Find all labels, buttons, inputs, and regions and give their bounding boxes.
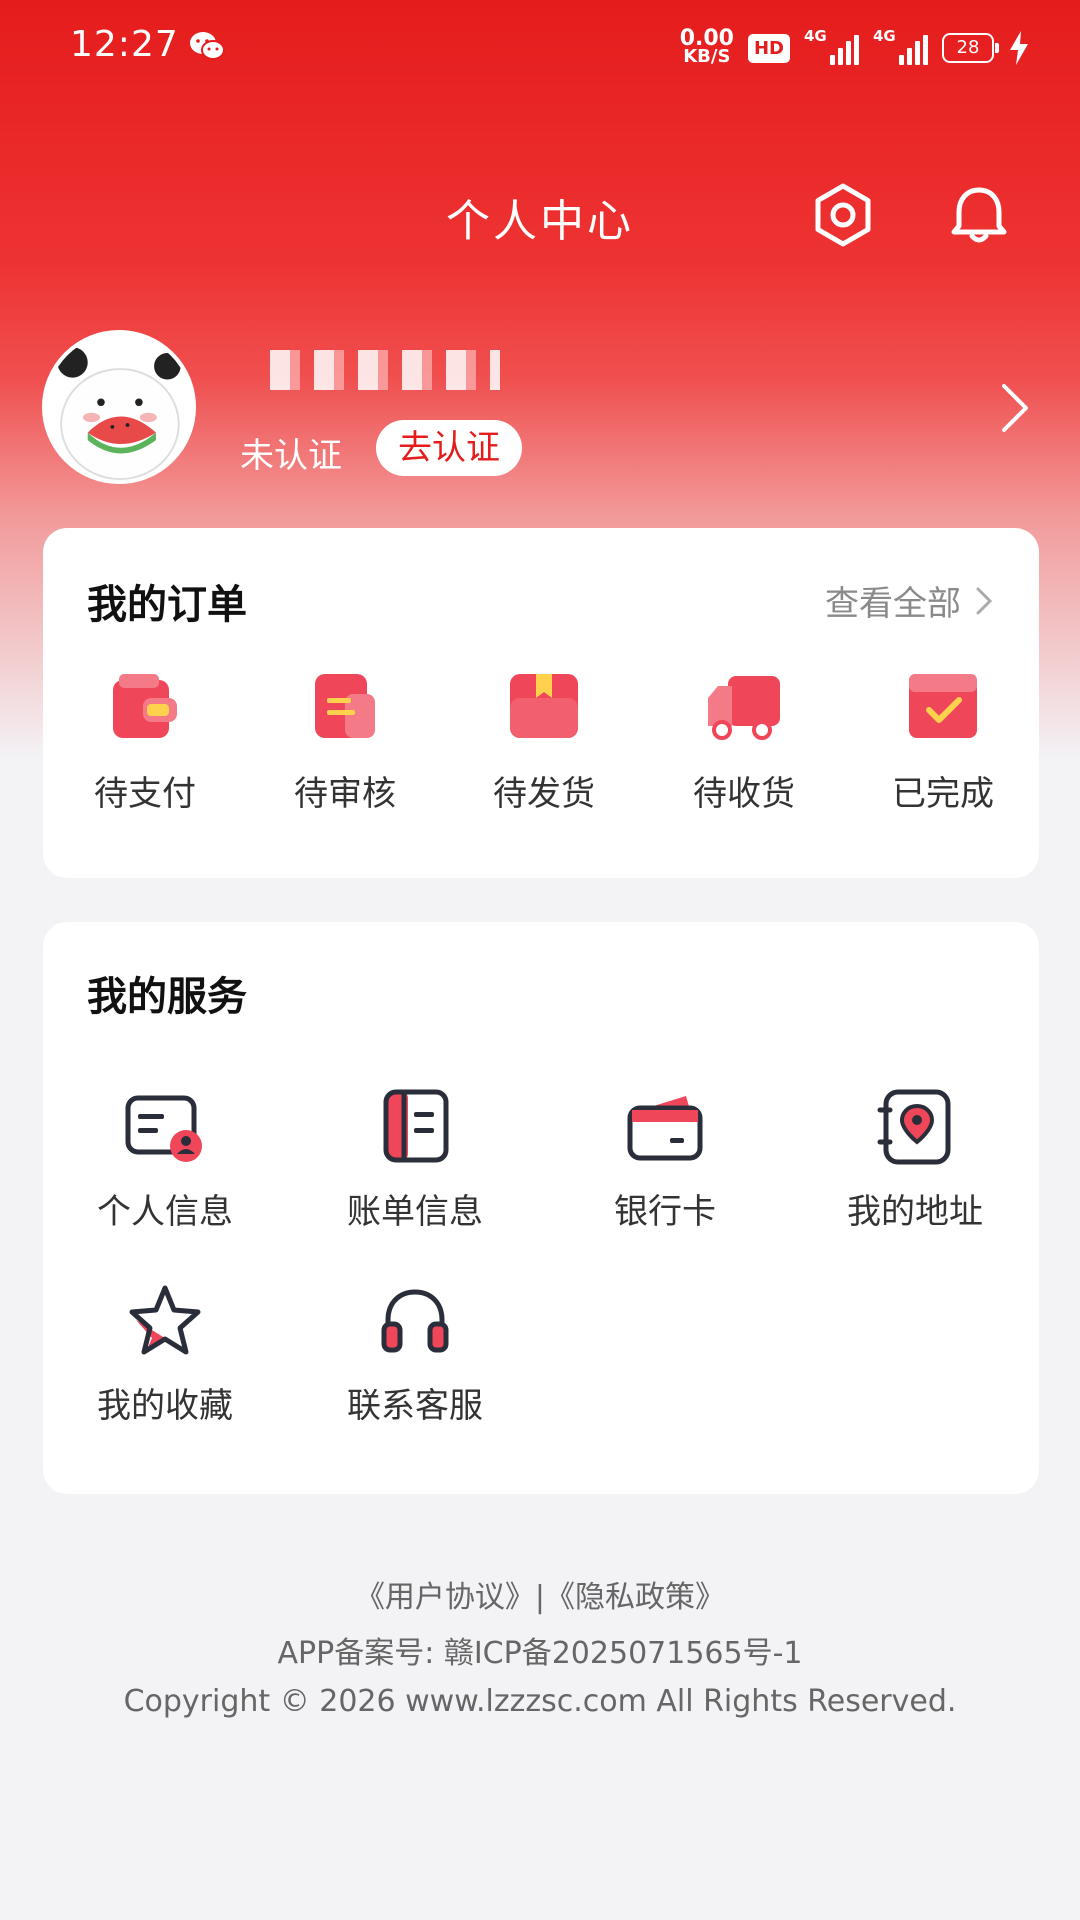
bill-book-icon (383, 1089, 449, 1163)
address-book-icon (877, 1089, 951, 1165)
order-pending-review[interactable]: 待审核 (275, 668, 415, 815)
services-card: 我的服务 个人信息 账单信息 银行卡 我的地址 我的收藏 联系客服 (43, 922, 1039, 1494)
view-all-orders-link[interactable]: 查看全部 (825, 576, 993, 625)
wechat-icon (190, 32, 225, 60)
wallet-icon (113, 674, 177, 738)
view-all-label: 查看全部 (825, 584, 961, 624)
signal-icon: 4G (804, 27, 859, 65)
hd-badge: HD (747, 33, 790, 63)
id-card-icon (125, 1095, 202, 1162)
panda-avatar-icon (46, 334, 192, 480)
box-icon (510, 674, 578, 738)
footer-icp: APP备案号: 赣ICP备2025071565号-1 (277, 1636, 803, 1671)
username-redacted (270, 350, 500, 390)
verification-status: 未认证 (240, 436, 342, 476)
service-personal-info[interactable]: 个人信息 (65, 1086, 265, 1233)
services-title: 我的服务 (87, 974, 247, 1020)
document-icon (315, 674, 375, 738)
service-bank-card[interactable]: 银行卡 (565, 1086, 765, 1233)
settings-gear-icon[interactable] (808, 180, 878, 250)
bank-card-icon (627, 1096, 703, 1161)
chevron-right-icon[interactable] (998, 382, 1030, 434)
service-my-address[interactable]: 我的地址 (815, 1086, 1015, 1233)
orders-card: 我的订单 查看全部 待支付 待审核 待发货 待收货 已完成 (43, 528, 1039, 878)
order-pending-payment[interactable]: 待支付 (75, 668, 215, 815)
order-pending-shipment[interactable]: 待发货 (474, 668, 614, 815)
verify-button[interactable]: 去认证 (376, 420, 522, 476)
truck-icon (708, 676, 780, 740)
service-customer-support[interactable]: 联系客服 (315, 1280, 515, 1427)
notification-bell-icon[interactable] (944, 180, 1014, 250)
star-icon (129, 1285, 201, 1355)
service-favorites[interactable]: 我的收藏 (65, 1280, 265, 1427)
status-bar: 12:27 0.00 KB/S HD 4G 4G 28 (0, 0, 1080, 95)
order-completed[interactable]: 已完成 (873, 668, 1013, 815)
avatar[interactable] (42, 330, 196, 484)
network-speed: 0.00 KB/S (679, 26, 734, 67)
check-box-icon (909, 674, 977, 738)
signal-icon: 4G (873, 27, 928, 65)
status-time: 12:27 (70, 24, 179, 65)
footer-copyright: Copyright © 2026 www.lzzzsc.com All Righ… (123, 1684, 957, 1719)
battery-icon: 28 (942, 33, 999, 63)
service-bill-info[interactable]: 账单信息 (315, 1086, 515, 1233)
charging-bolt-icon (1010, 31, 1028, 65)
page-title: 个人中心 (446, 196, 634, 247)
chevron-right-icon (976, 587, 993, 614)
footer-links[interactable]: 《用户协议》|《隐私政策》 (0, 1572, 1080, 1616)
headset-icon (381, 1289, 449, 1353)
orders-title: 我的订单 (87, 582, 247, 628)
order-pending-receipt[interactable]: 待收货 (674, 668, 814, 815)
